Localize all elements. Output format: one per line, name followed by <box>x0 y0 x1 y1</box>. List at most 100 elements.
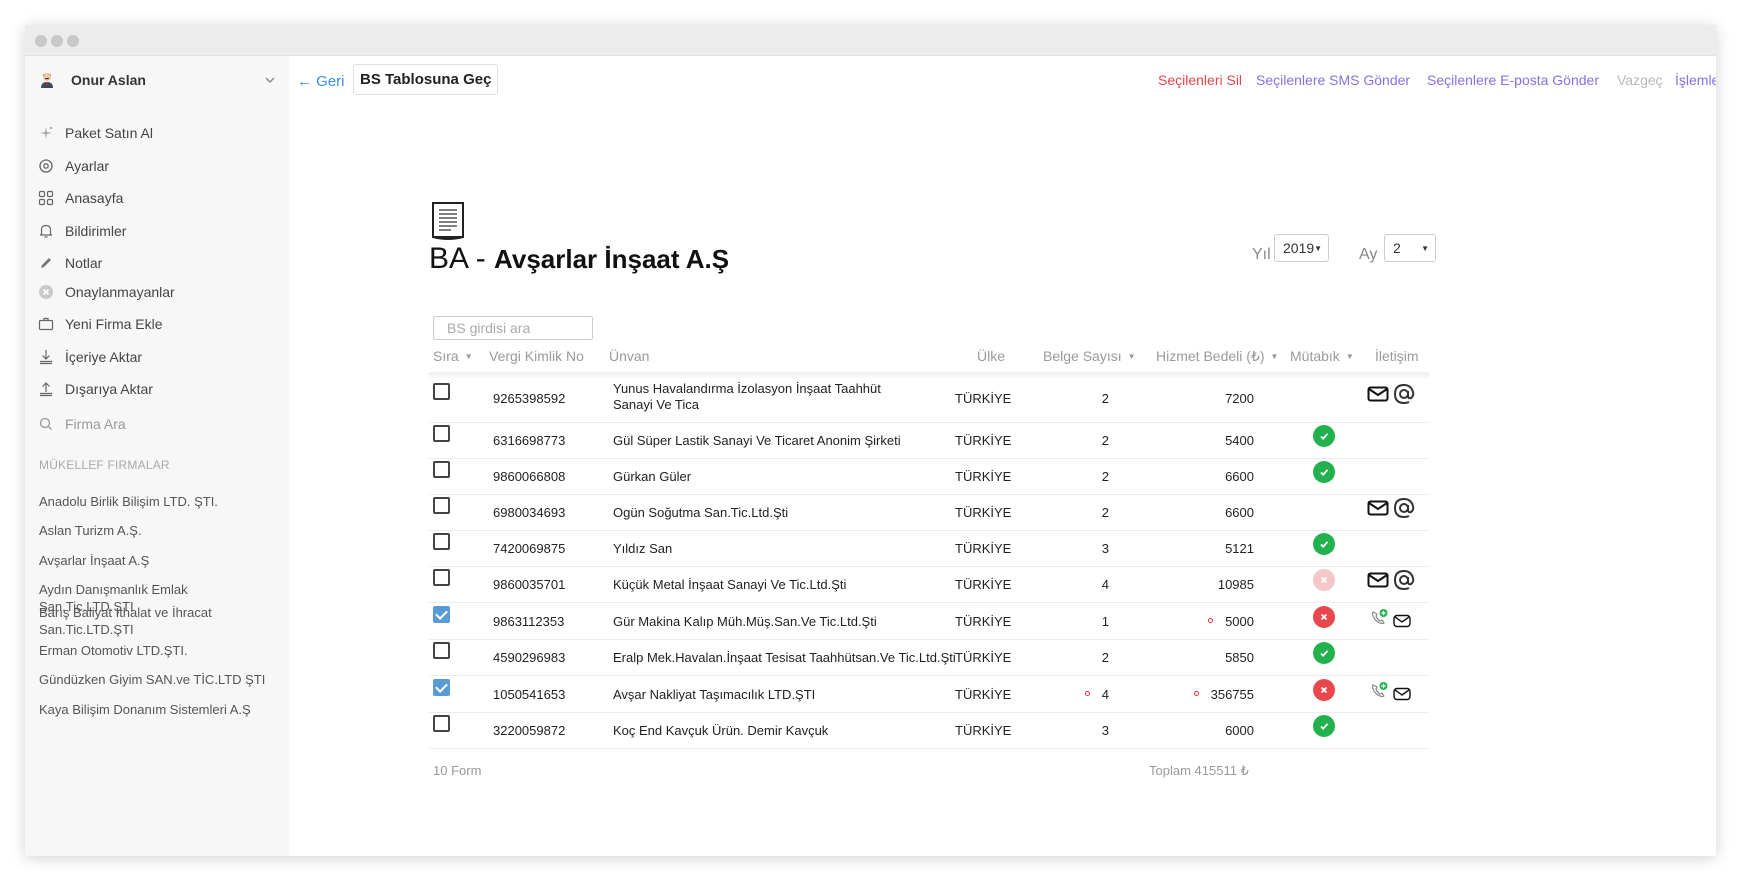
table-row[interactable]: 9265398592 Yunus Havalandırma İzolasyon İ… <box>429 375 1429 423</box>
window-close-dot[interactable] <box>35 35 47 47</box>
table-row[interactable]: 9863112353 Gür Makina Kalıp Müh.Müş.San.V… <box>429 603 1429 640</box>
at-sign-icon[interactable] <box>1393 383 1415 410</box>
table-row[interactable]: 9860035701 Küçük Metal İnşaat Sanayi Ve T… <box>429 567 1429 603</box>
at-sign-icon[interactable] <box>1393 569 1415 596</box>
table-search-input[interactable]: BS girdisi ara <box>433 316 593 340</box>
app-window: Onur Aslan Paket Satın Al Ayarlar Anasay… <box>25 25 1716 856</box>
table-row[interactable]: 6980034693 Ogün Soğutma San.Tic.Ltd.Şti TÜ… <box>429 495 1429 531</box>
table-row[interactable]: 1050541653 Avşar Nakliyat Taşımacılık LTD… <box>429 676 1429 713</box>
check-circle-icon <box>1313 425 1335 447</box>
mail-icon[interactable] <box>1367 385 1389 408</box>
mail-icon[interactable] <box>1393 614 1411 633</box>
column-header-bedel[interactable]: Hizmet Bedeli (₺) ▼ <box>1156 348 1278 365</box>
send-email-button[interactable]: Seçilenlere E-posta Gönder <box>1427 72 1599 88</box>
unvan-cell: Yunus Havalandırma İzolasyon İnşaat Taah… <box>613 381 881 412</box>
unvan-cell: Küçük Metal İnşaat Sanayi Ve Tic.Ltd.Şti <box>613 577 847 592</box>
delete-selected-button[interactable]: Seçilenleri Sil <box>1158 72 1242 88</box>
document-icon <box>431 201 467 241</box>
column-header-belge[interactable]: Belge Sayısı ▼ <box>1043 348 1136 364</box>
mail-icon[interactable] <box>1367 499 1389 522</box>
contact-actions <box>1367 497 1415 524</box>
ulke-cell: TÜRKİYE <box>955 650 1012 665</box>
firm-search-placeholder: Firma Ara <box>65 416 126 432</box>
bs-table-button[interactable]: BS Tablosuna Geç <box>353 64 499 95</box>
firm-item[interactable]: Kaya Bilişim Donanım Sistemleri A.Ş <box>39 701 279 718</box>
page-title-prefix: BA - <box>429 242 486 275</box>
nav-yeni-firma-ekle[interactable]: Yeni Firma Ekle <box>37 311 163 337</box>
month-label: Ay <box>1359 246 1378 263</box>
nav-disariya-aktar[interactable]: Dışarıya Aktar <box>37 376 153 402</box>
column-header-vkn: Vergi Kimlik No <box>489 348 584 364</box>
briefcase-icon <box>37 315 55 333</box>
nav-bildirimler[interactable]: Bildirimler <box>37 218 126 244</box>
row-checkbox[interactable] <box>433 461 450 478</box>
belge-cell: 2 <box>1101 505 1109 520</box>
check-circle-icon <box>1313 533 1335 555</box>
nav-onaylanmayanlar[interactable]: Onaylanmayanlar <box>37 279 175 305</box>
phone-add-icon[interactable] <box>1369 681 1389 706</box>
send-sms-button[interactable]: Seçilenlere SMS Gönder <box>1256 72 1410 88</box>
firm-item[interactable]: Anadolu Birlik Bilişim LTD. ŞTI. <box>39 493 279 510</box>
window-minimize-dot[interactable] <box>51 35 63 47</box>
bedel-cell: 5850 <box>1225 650 1254 665</box>
contact-actions <box>1367 383 1415 410</box>
page-title-firm: Avşarlar İnşaat A.Ş <box>494 244 730 274</box>
month-select[interactable]: 2 ▼ <box>1384 234 1436 262</box>
row-checkbox[interactable] <box>433 425 450 442</box>
row-checkbox[interactable] <box>433 679 450 696</box>
nav-label: Onaylanmayanlar <box>65 284 175 300</box>
row-checkbox[interactable] <box>433 497 450 514</box>
cancel-button[interactable]: Vazgeç <box>1617 72 1663 88</box>
unvan-cell: Gül Süper Lastik Sanayi Ve Ticaret Anoni… <box>613 433 901 448</box>
row-checkbox[interactable] <box>433 642 450 659</box>
nav-ayarlar[interactable]: Ayarlar <box>37 153 109 179</box>
nav-iceriye-aktar[interactable]: İçeriye Aktar <box>37 344 142 370</box>
month-select-value: 2 <box>1393 240 1401 256</box>
at-sign-icon[interactable] <box>1393 497 1415 524</box>
row-checkbox[interactable] <box>433 533 450 550</box>
window-zoom-dot[interactable] <box>67 35 79 47</box>
nav-label: İçeriye Aktar <box>65 349 143 365</box>
table-search-placeholder: BS girdisi ara <box>447 320 531 336</box>
mail-icon[interactable] <box>1393 687 1411 706</box>
firm-item[interactable]: Avşarlar İnşaat A.Ş <box>39 552 279 569</box>
bedel-cell: 6000 <box>1225 723 1254 738</box>
table-row[interactable]: 9860066808 Gürkan Güler TÜRKİYE 2 6600 <box>429 459 1429 495</box>
column-label: Vergi Kimlik No <box>489 348 584 364</box>
bedel-cell: 10985 <box>1217 577 1254 592</box>
year-select[interactable]: 2019 ▼ <box>1274 234 1329 262</box>
unvan-cell: Avşar Nakliyat Taşımacılık LTD.ŞTI <box>613 687 816 702</box>
user-menu[interactable]: Onur Aslan <box>37 66 277 94</box>
check-circle-icon <box>1313 642 1335 664</box>
vkn-cell: 1050541653 <box>493 687 566 702</box>
column-label: Ülke <box>977 348 1006 364</box>
form-count: 10 Form <box>433 763 482 778</box>
firm-item[interactable]: Gündüzken Giyim SAN.ve TİC.LTD ŞTI <box>39 671 279 688</box>
firm-search[interactable]: Firma Ara <box>37 411 126 437</box>
row-checkbox[interactable] <box>433 606 450 623</box>
back-link[interactable]: ← Geri <box>297 73 345 90</box>
row-checkbox[interactable] <box>433 383 450 400</box>
sort-caret-icon: ▼ <box>464 351 473 361</box>
nav-notlar[interactable]: Notlar <box>37 250 102 276</box>
ulke-cell: TÜRKİYE <box>955 505 1012 520</box>
column-header-sira[interactable]: Sıra ▼ <box>433 348 473 364</box>
firm-item[interactable]: Barış Baliyat İthalat ve İhracat San.Tic… <box>39 604 239 638</box>
row-checkbox[interactable] <box>433 715 450 732</box>
row-checkbox[interactable] <box>433 569 450 586</box>
table-row[interactable]: 6316698773 Gül Süper Lastik Sanayi Ve Tic… <box>429 423 1429 459</box>
firm-item[interactable]: Erman Otomotiv LTD.ŞTI. <box>39 642 279 659</box>
column-header-mutabik[interactable]: Mütabık ▼ <box>1290 348 1354 364</box>
mail-icon[interactable] <box>1367 571 1389 594</box>
table-row[interactable]: 4590296983 Eralp Mek.Havalan.İnşaat Tesis… <box>429 640 1429 676</box>
firm-item[interactable]: Aslan Turizm A.Ş. <box>39 522 279 539</box>
table-row[interactable]: 7420069875 Yıldız San TÜRKİYE 3 5121 <box>429 531 1429 567</box>
phone-add-icon[interactable] <box>1369 608 1389 633</box>
contact-actions <box>1367 569 1415 596</box>
belge-cell: 1 <box>1101 614 1109 629</box>
operations-button[interactable]: İşlemler <box>1675 72 1716 88</box>
nav-anasayfa[interactable]: Anasayfa <box>37 185 123 211</box>
nav-paket-satin-al[interactable]: Paket Satın Al <box>37 120 153 146</box>
table-row[interactable]: 3220059872 Koç End Kavçuk Ürün. Demir Kav… <box>429 713 1429 749</box>
user-name: Onur Aslan <box>71 72 146 88</box>
